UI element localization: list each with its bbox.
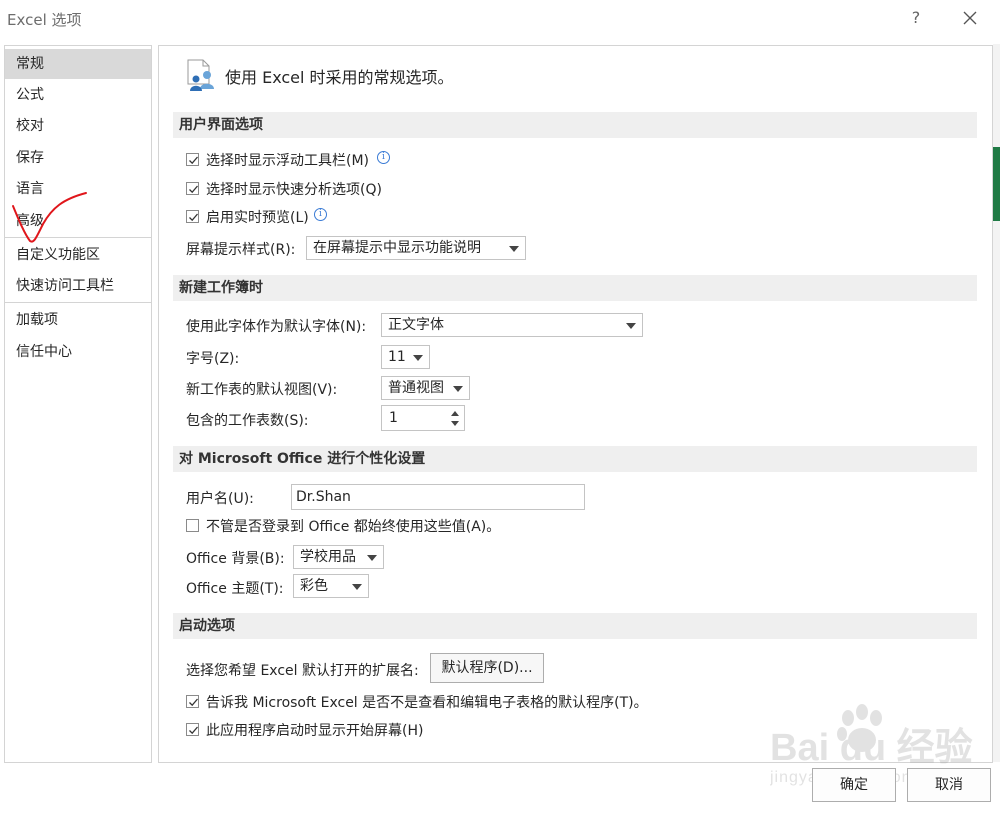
- username-label: 用户名(U):: [186, 491, 254, 507]
- tell-me-default-checkbox[interactable]: [186, 695, 199, 708]
- window-title: Excel 选项: [7, 11, 82, 29]
- default-font-dropdown[interactable]: 正文字体: [381, 313, 643, 337]
- username-input[interactable]: Dr.Shan: [291, 484, 585, 510]
- sidebar-item-advanced[interactable]: 高级: [5, 206, 151, 236]
- default-view-dropdown[interactable]: 普通视图: [381, 376, 470, 400]
- sidebar-item-add-ins[interactable]: 加载项: [5, 305, 151, 335]
- spin-down-icon[interactable]: [451, 421, 459, 426]
- tell-me-default-label[interactable]: 告诉我 Microsoft Excel 是否不是查看和编辑电子表格的默认程序(T…: [206, 692, 648, 712]
- show-start-screen-label[interactable]: 此应用程序启动时显示开始屏幕(H): [206, 720, 423, 740]
- help-button[interactable]: ?: [905, 6, 927, 30]
- cancel-button[interactable]: 取消: [907, 768, 991, 802]
- mini-toolbar-checkbox[interactable]: [186, 153, 199, 166]
- section-header-personalize: 对 Microsoft Office 进行个性化设置: [173, 446, 977, 472]
- section-header-startup: 启动选项: [173, 613, 977, 639]
- sheet-count-value: 1: [389, 410, 398, 426]
- sidebar-item-formulas[interactable]: 公式: [5, 80, 151, 110]
- chevron-down-icon: [509, 246, 519, 252]
- chevron-down-icon: [367, 555, 377, 561]
- office-theme-value: 彩色: [300, 578, 328, 594]
- section-header-ui-options: 用户界面选项: [173, 112, 977, 138]
- chevron-down-icon: [626, 323, 636, 329]
- sidebar-item-trust-center[interactable]: 信任中心: [5, 337, 151, 367]
- default-extension-label: 选择您希望 Excel 默认打开的扩展名:: [186, 663, 419, 679]
- office-theme-dropdown[interactable]: 彩色: [293, 574, 369, 598]
- background-window-edge: [993, 44, 1000, 762]
- close-button[interactable]: [957, 6, 983, 30]
- always-use-values-label[interactable]: 不管是否登录到 Office 都始终使用这些值(A)。: [206, 516, 500, 536]
- office-background-value: 学校用品: [300, 549, 356, 565]
- office-background-label: Office 背景(B):: [186, 551, 285, 567]
- sidebar-item-customize-ribbon[interactable]: 自定义功能区: [5, 240, 151, 270]
- chevron-down-icon: [413, 355, 423, 361]
- section-header-new-workbook: 新建工作簿时: [173, 275, 977, 301]
- default-view-label: 新工作表的默认视图(V):: [186, 382, 338, 398]
- default-font-value: 正文字体: [388, 317, 444, 333]
- title-bar: Excel 选项 ?: [0, 0, 1000, 38]
- sidebar: 常规 公式 校对 保存 语言 高级 自定义功能区 快速访问工具栏 加载项 信任中…: [4, 45, 152, 763]
- checkmark-icon: [189, 698, 198, 707]
- show-start-screen-checkbox[interactable]: [186, 723, 199, 736]
- close-icon: [963, 11, 977, 25]
- always-use-values-checkbox[interactable]: [186, 519, 199, 532]
- live-preview-label[interactable]: 启用实时预览(L): [206, 207, 309, 227]
- default-view-value: 普通视图: [388, 380, 444, 396]
- sidebar-item-language[interactable]: 语言: [5, 174, 151, 204]
- font-size-dropdown[interactable]: 11: [381, 345, 430, 369]
- checkmark-icon: [189, 156, 198, 165]
- checkmark-icon: [189, 726, 198, 735]
- main-panel: 使用 Excel 时采用的常规选项。 用户界面选项 选择时显示浮动工具栏(M) …: [158, 45, 993, 763]
- chevron-down-icon: [352, 584, 362, 590]
- background-window-accent: [993, 147, 1000, 221]
- general-options-icon: [187, 59, 214, 91]
- office-background-dropdown[interactable]: 学校用品: [293, 545, 384, 569]
- info-icon[interactable]: i: [377, 151, 390, 164]
- chevron-down-icon: [453, 386, 463, 392]
- quick-analysis-label[interactable]: 选择时显示快速分析选项(Q): [206, 179, 382, 199]
- sheet-count-spinner[interactable]: 1: [381, 405, 465, 431]
- default-programs-button[interactable]: 默认程序(D)...: [430, 653, 544, 683]
- checkmark-icon: [189, 213, 198, 222]
- sidebar-item-proofing[interactable]: 校对: [5, 111, 151, 141]
- screentip-style-value: 在屏幕提示中显示功能说明: [313, 240, 481, 256]
- checkmark-icon: [189, 185, 198, 194]
- live-preview-checkbox[interactable]: [186, 210, 199, 223]
- sheet-count-label: 包含的工作表数(S):: [186, 413, 309, 429]
- sidebar-divider: [5, 302, 151, 303]
- default-font-label: 使用此字体作为默认字体(N):: [186, 319, 367, 335]
- sidebar-item-general[interactable]: 常规: [5, 49, 151, 79]
- office-theme-label: Office 主题(T):: [186, 581, 284, 597]
- ok-button[interactable]: 确定: [812, 768, 896, 802]
- screentip-style-label: 屏幕提示样式(R):: [186, 242, 296, 258]
- spin-up-icon[interactable]: [451, 411, 459, 416]
- sidebar-divider: [5, 237, 151, 238]
- info-icon[interactable]: i: [314, 208, 327, 221]
- font-size-value: 11: [388, 349, 406, 365]
- sidebar-item-save[interactable]: 保存: [5, 143, 151, 173]
- mini-toolbar-label[interactable]: 选择时显示浮动工具栏(M): [206, 150, 369, 170]
- quick-analysis-checkbox[interactable]: [186, 182, 199, 195]
- font-size-label: 字号(Z):: [186, 351, 240, 367]
- screentip-style-dropdown[interactable]: 在屏幕提示中显示功能说明: [306, 236, 526, 260]
- sidebar-item-quick-access-toolbar[interactable]: 快速访问工具栏: [5, 271, 151, 301]
- page-title: 使用 Excel 时采用的常规选项。: [225, 68, 454, 87]
